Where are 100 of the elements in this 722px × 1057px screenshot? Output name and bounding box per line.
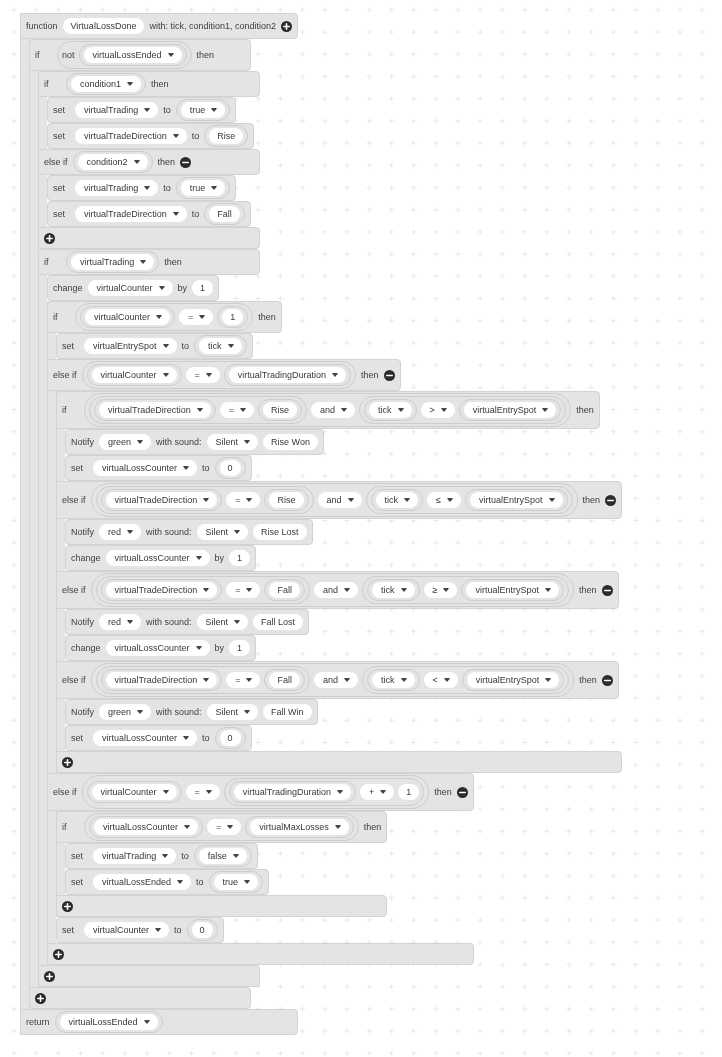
text-field[interactable]: Rise Lost bbox=[253, 524, 307, 540]
plus-icon[interactable] bbox=[62, 900, 73, 912]
text-field[interactable]: Fall bbox=[269, 672, 300, 688]
dropdown[interactable]: virtualEntrySpot bbox=[466, 582, 559, 598]
dropdown[interactable]: virtualTrading bbox=[71, 254, 155, 270]
dropdown[interactable]: virtualCounter bbox=[85, 309, 171, 325]
dropdown[interactable]: virtualEntrySpot bbox=[84, 338, 177, 354]
dropdown[interactable]: virtualLossEnded bbox=[83, 47, 182, 63]
dropdown[interactable]: red bbox=[99, 524, 142, 540]
dropdown[interactable]: and bbox=[311, 402, 355, 418]
dropdown[interactable]: true bbox=[180, 102, 226, 118]
text-field[interactable]: 0 bbox=[219, 460, 241, 476]
plus-icon[interactable] bbox=[44, 970, 55, 982]
text-field[interactable]: 0 bbox=[191, 922, 213, 938]
dropdown[interactable]: red bbox=[99, 614, 142, 630]
minus-icon[interactable] bbox=[605, 494, 617, 506]
dropdown[interactable]: virtualTradeDirection bbox=[75, 128, 187, 144]
text-field[interactable]: 1 bbox=[222, 309, 244, 325]
dropdown[interactable]: and bbox=[314, 582, 359, 598]
dropdown[interactable]: virtualLossCounter bbox=[105, 550, 210, 566]
text-field[interactable]: 0 bbox=[219, 730, 241, 746]
dropdown[interactable]: = bbox=[226, 582, 261, 598]
dropdown[interactable]: tick bbox=[369, 402, 412, 418]
dropdown[interactable]: condition1 bbox=[71, 76, 142, 92]
dropdown[interactable]: virtualTradeDirection bbox=[105, 492, 218, 508]
dropdown[interactable]: virtualEntrySpot bbox=[463, 402, 557, 418]
text-field[interactable]: Rise bbox=[262, 402, 297, 418]
dropdown[interactable]: virtualTradeDirection bbox=[105, 672, 218, 688]
dropdown[interactable]: virtualTrading bbox=[75, 102, 159, 118]
dropdown[interactable]: virtualTradeDirection bbox=[105, 582, 218, 598]
dropdown[interactable]: virtualLossCounter bbox=[94, 819, 199, 835]
dropdown[interactable]: green bbox=[99, 434, 152, 450]
dropdown[interactable]: virtualTradingDuration bbox=[228, 367, 347, 383]
dropdown[interactable]: false bbox=[198, 848, 247, 864]
dropdown[interactable]: > bbox=[420, 402, 455, 418]
dropdown[interactable]: Silent bbox=[196, 614, 249, 630]
plus-icon[interactable] bbox=[35, 992, 46, 1004]
dropdown[interactable]: virtualCounter bbox=[91, 367, 177, 383]
text-field[interactable]: Fall bbox=[269, 582, 300, 598]
dropdown[interactable]: = bbox=[185, 367, 220, 383]
dropdown[interactable]: virtualTrading bbox=[75, 180, 159, 196]
dropdown[interactable]: and bbox=[314, 672, 359, 688]
dropdown[interactable]: = bbox=[179, 309, 214, 325]
dropdown[interactable]: = bbox=[226, 492, 261, 508]
text-field[interactable]: 1 bbox=[229, 640, 251, 656]
dropdown[interactable]: true bbox=[213, 874, 259, 890]
dropdown[interactable]: virtualCounter bbox=[87, 280, 173, 296]
minus-icon[interactable] bbox=[601, 674, 613, 686]
dropdown[interactable]: virtualMaxLosses bbox=[250, 819, 349, 835]
dropdown[interactable]: virtualTrading bbox=[93, 848, 177, 864]
dropdown[interactable]: virtualEntrySpot bbox=[470, 492, 563, 508]
minus-icon[interactable] bbox=[456, 786, 468, 798]
dropdown[interactable]: tick bbox=[375, 492, 419, 508]
dropdown[interactable]: condition2 bbox=[77, 154, 148, 170]
block-label: function bbox=[26, 20, 58, 33]
minus-icon[interactable] bbox=[180, 156, 192, 168]
text-field[interactable]: 1 bbox=[192, 280, 214, 296]
dropdown[interactable]: virtualTradeDirection bbox=[99, 402, 211, 418]
dropdown[interactable]: virtualCounter bbox=[84, 922, 170, 938]
dropdown[interactable]: tick bbox=[372, 582, 415, 598]
dropdown[interactable]: Silent bbox=[206, 704, 259, 720]
dropdown[interactable]: virtualLossEnded bbox=[59, 1014, 158, 1030]
text-field[interactable]: Fall Win bbox=[263, 704, 312, 720]
dropdown[interactable]: Silent bbox=[206, 434, 259, 450]
dropdown[interactable]: = bbox=[219, 402, 254, 418]
dropdown[interactable]: virtualLossCounter bbox=[105, 640, 210, 656]
text-field[interactable]: 1 bbox=[398, 784, 420, 800]
dropdown[interactable]: tick bbox=[199, 338, 242, 354]
plus-icon[interactable] bbox=[281, 20, 292, 32]
text-field[interactable]: Fall Lost bbox=[253, 614, 304, 630]
dropdown[interactable]: tick bbox=[372, 672, 415, 688]
dropdown[interactable]: = bbox=[185, 784, 220, 800]
minus-icon[interactable] bbox=[601, 584, 613, 596]
dropdown[interactable]: = bbox=[207, 819, 242, 835]
dropdown[interactable]: + bbox=[360, 784, 395, 800]
text-field[interactable]: 1 bbox=[229, 550, 251, 566]
dropdown[interactable]: ≥ bbox=[423, 582, 458, 598]
dropdown[interactable]: virtualLossCounter bbox=[93, 460, 198, 476]
dropdown[interactable]: true bbox=[180, 180, 226, 196]
minus-icon[interactable] bbox=[383, 369, 395, 381]
text-field[interactable]: Rise bbox=[209, 128, 244, 144]
dropdown[interactable]: = bbox=[226, 672, 261, 688]
dropdown[interactable]: Silent bbox=[196, 524, 249, 540]
dropdown[interactable]: < bbox=[423, 672, 458, 688]
plus-icon[interactable] bbox=[53, 948, 64, 960]
dropdown[interactable]: virtualTradingDuration bbox=[233, 784, 352, 800]
text-field[interactable]: Rise Won bbox=[263, 434, 318, 450]
dropdown[interactable]: virtualLossCounter bbox=[93, 730, 198, 746]
text-field[interactable]: Fall bbox=[209, 206, 240, 222]
dropdown[interactable]: virtualCounter bbox=[91, 784, 177, 800]
text-field[interactable]: Rise bbox=[269, 492, 304, 508]
dropdown[interactable]: virtualEntrySpot bbox=[466, 672, 560, 688]
dropdown[interactable]: and bbox=[317, 492, 362, 508]
plus-icon[interactable] bbox=[44, 232, 55, 244]
dropdown[interactable]: virtualTradeDirection bbox=[75, 206, 187, 222]
text-field[interactable]: VirtualLossDone bbox=[62, 18, 145, 34]
dropdown[interactable]: virtualLossEnded bbox=[93, 874, 192, 890]
dropdown[interactable]: ≤ bbox=[427, 492, 461, 508]
dropdown[interactable]: green bbox=[99, 704, 152, 720]
plus-icon[interactable] bbox=[62, 756, 73, 768]
